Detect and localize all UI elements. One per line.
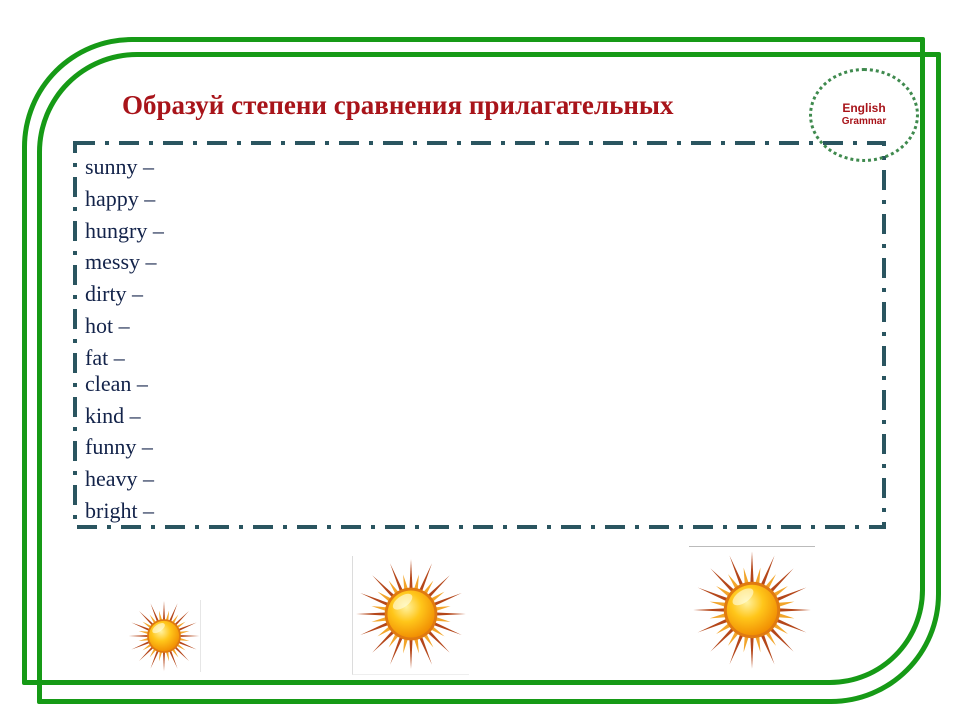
sun-ray (774, 587, 807, 603)
sun-ray (177, 640, 197, 650)
adjective-item: messy – (85, 249, 157, 275)
english-grammar-badge: English Grammar (809, 68, 919, 162)
sun-ray (177, 622, 197, 632)
sun-ray (360, 592, 390, 607)
sun-ray (409, 559, 413, 591)
adjective-list: sunny – happy – hungry – messy – dirty –… (85, 152, 164, 528)
sun-ray (777, 608, 811, 612)
sun-ray (432, 592, 462, 607)
sun-ray (389, 635, 404, 665)
dash-dot-border (73, 141, 886, 529)
sun-ray (418, 635, 433, 665)
large-sun-frame (689, 546, 815, 547)
sun-ray (360, 621, 390, 636)
sun-ray (697, 587, 730, 603)
sun-ray (128, 634, 149, 638)
sun-ray (418, 563, 433, 593)
sun-ray (389, 563, 404, 593)
adjective-item: hot – (85, 312, 130, 338)
badge-line2: Grammar (841, 116, 887, 128)
sun-ray (750, 635, 754, 669)
large-sun-icon (693, 551, 811, 669)
sun-ray (697, 617, 730, 633)
adjective-item: kind – (85, 402, 141, 428)
adjective-item: fat – (85, 344, 125, 370)
adjective-item: sunny – (85, 154, 155, 179)
sun-ray (693, 608, 727, 612)
adjective-item: funny – (85, 434, 153, 460)
badge-line1: English (842, 101, 886, 116)
sun-ray (150, 649, 160, 669)
sun-ray (759, 555, 775, 588)
sun-ray (150, 603, 160, 623)
sun-ray (409, 637, 413, 669)
sun-ray (729, 555, 745, 588)
sun-ray (774, 617, 807, 633)
sun-ray (432, 621, 462, 636)
adjective-item: heavy – (85, 466, 155, 492)
adjective-item: dirty – (85, 281, 144, 307)
sun-ray (168, 649, 178, 669)
adjective-item: happy – (85, 185, 156, 211)
sun-ray (434, 612, 466, 616)
adjective-item: hungry – (85, 217, 164, 243)
sun-ray (356, 612, 388, 616)
medium-sun-icon (356, 559, 466, 669)
sun-ray (759, 632, 775, 665)
sun-ray (131, 622, 151, 632)
sun-ray (162, 651, 166, 672)
sun-ray (750, 551, 754, 585)
adjective-item: bright – (85, 497, 155, 523)
adjective-item: clean – (85, 370, 148, 396)
sun-ray (131, 640, 151, 650)
sun-ray (729, 632, 745, 665)
sun-ray (168, 603, 178, 623)
sun-ray (162, 600, 166, 621)
sun-ray (179, 634, 200, 638)
small-sun-icon (128, 600, 200, 672)
small-sun-frame (200, 600, 201, 672)
